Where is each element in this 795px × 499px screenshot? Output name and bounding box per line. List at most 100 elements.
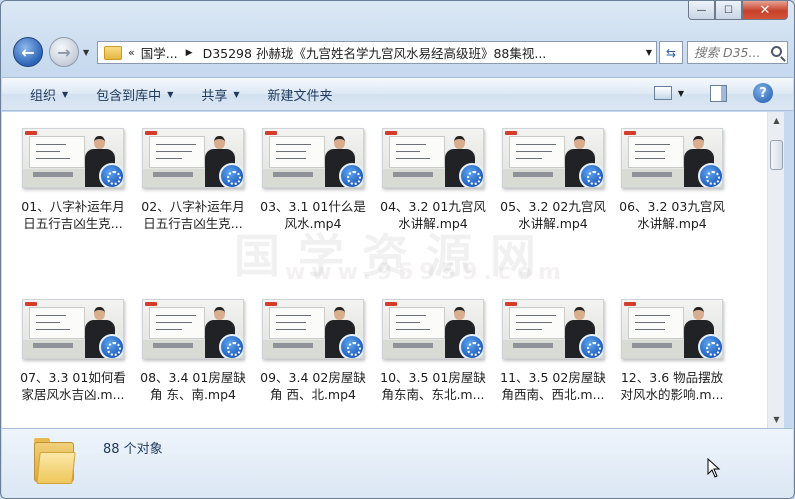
organize-label: 组织 <box>30 88 57 104</box>
media-player-icon <box>579 163 603 187</box>
whiteboard <box>628 136 684 168</box>
close-button[interactable]: ✕ <box>742 1 788 20</box>
scrollbar-thumb[interactable] <box>770 140 783 170</box>
video-thumbnail <box>22 299 124 359</box>
media-player-icon <box>459 334 483 358</box>
file-item[interactable]: 09、3.4 02房屋缺角 西、北.mp4 <box>254 299 372 403</box>
file-name: 10、3.5 01房屋缺角东南、东北.m... <box>380 370 486 402</box>
caption-buttons: — ☐ ✕ <box>688 1 788 20</box>
file-item[interactable]: 05、3.2 02九宫风水讲解.mp4 <box>494 128 612 232</box>
details-pane: 88 个对象 <box>2 428 793 498</box>
share-label: 共享 <box>201 88 228 104</box>
vertical-scrollbar[interactable]: ▲ ▼ <box>767 112 784 428</box>
whiteboard <box>389 136 445 168</box>
scroll-down-icon[interactable]: ▼ <box>768 411 785 428</box>
view-options-dropdown-icon[interactable]: ▼ <box>678 89 684 98</box>
file-name: 08、3.4 01房屋缺角 东、南.mp4 <box>140 370 246 402</box>
folder-icon <box>104 45 122 60</box>
video-thumbnail <box>382 299 484 359</box>
file-item[interactable]: 08、3.4 01房屋缺角 东、南.mp4 <box>134 299 252 403</box>
mouse-cursor-icon <box>707 458 721 478</box>
include-library-label: 包含到库中 <box>96 88 162 104</box>
file-item[interactable]: 04、3.2 01九宫风水讲解.mp4 <box>374 128 492 232</box>
whiteboard <box>509 136 565 168</box>
search-input[interactable] <box>694 45 768 60</box>
video-thumbnail <box>142 128 244 188</box>
whiteboard <box>269 136 325 168</box>
recent-pages-dropdown[interactable]: ▼ <box>83 48 89 57</box>
share-menu[interactable]: 共享 ▼ <box>201 85 239 104</box>
breadcrumb-segment[interactable]: 国学... <box>141 43 178 62</box>
file-item[interactable]: 12、3.6 物品摆放对风水的影响.m... <box>613 299 731 403</box>
back-arrow-icon: ← <box>21 42 35 62</box>
search-icon[interactable] <box>771 46 782 57</box>
file-item[interactable]: 11、3.5 02房屋缺角西南、西北.m... <box>494 299 612 403</box>
organize-menu[interactable]: 组织 ▼ <box>30 85 68 104</box>
media-player-icon <box>459 163 483 187</box>
media-player-icon <box>99 163 123 187</box>
file-name: 12、3.6 物品摆放对风水的影响.m... <box>620 370 724 402</box>
breadcrumb-current[interactable]: D35298 孙赫珑《九宫姓名学九宫风水易经高级班》88集视... <box>203 43 642 62</box>
video-thumbnail <box>22 128 124 188</box>
video-thumbnail <box>262 299 364 359</box>
whiteboard <box>149 136 205 168</box>
video-thumbnail <box>621 128 723 188</box>
file-item[interactable]: 10、3.5 01房屋缺角东南、东北.m... <box>374 299 492 403</box>
file-list[interactable]: 01、八字补运年月日五行吉凶生克... 02、八字补运年月日五行吉凶生克... 03… <box>2 112 767 428</box>
include-library-menu[interactable]: 包含到库中 ▼ <box>96 85 173 104</box>
preview-pane-icon[interactable] <box>710 84 727 102</box>
video-thumbnail <box>621 299 723 359</box>
media-player-icon <box>579 334 603 358</box>
new-folder-label: 新建文件夹 <box>267 88 333 104</box>
new-folder-button[interactable]: 新建文件夹 <box>268 85 333 104</box>
file-name: 09、3.4 02房屋缺角 西、北.mp4 <box>260 370 366 402</box>
chevron-down-icon: ▼ <box>167 89 174 99</box>
refresh-button[interactable]: ⇆ <box>659 41 683 64</box>
file-name: 01、八字补运年月日五行吉凶生克... <box>21 199 125 231</box>
file-item[interactable]: 02、八字补运年月日五行吉凶生克... <box>134 128 252 232</box>
file-name: 11、3.5 02房屋缺角西南、西北.m... <box>500 370 606 402</box>
chevron-down-icon: ▼ <box>62 89 69 99</box>
search-box[interactable] <box>687 41 788 64</box>
forward-arrow-icon: → <box>57 42 71 62</box>
command-bar-right: ▼ ? <box>653 83 773 103</box>
change-view-icon[interactable] <box>653 86 672 100</box>
breadcrumb-separator-icon[interactable]: ▶ <box>186 48 193 58</box>
address-bar[interactable]: « 国学... ▶ D35298 孙赫珑《九宫姓名学九宫风水易经高级班》88集视… <box>97 41 657 64</box>
media-player-icon <box>99 334 123 358</box>
whiteboard <box>149 307 205 339</box>
whiteboard <box>628 307 684 339</box>
folder-icon <box>34 438 76 484</box>
maximize-button[interactable]: ☐ <box>715 1 742 20</box>
refresh-icon: ⇆ <box>665 45 677 60</box>
minimize-button[interactable]: — <box>688 1 715 20</box>
file-name: 06、3.2 03九宫风水讲解.mp4 <box>619 199 725 231</box>
video-thumbnail <box>262 128 364 188</box>
command-bar: 组织 ▼ 包含到库中 ▼ 共享 ▼ 新建文件夹 ▼ ? <box>2 77 793 111</box>
scroll-up-icon[interactable]: ▲ <box>768 112 785 129</box>
watermark-url: www.95959.com <box>285 260 567 285</box>
address-dropdown-icon[interactable]: ▼ <box>642 48 656 57</box>
breadcrumb-overflow[interactable]: « <box>128 46 135 59</box>
item-count: 88 个对象 <box>103 442 163 457</box>
media-player-icon <box>219 163 243 187</box>
media-player-icon <box>698 334 722 358</box>
chevron-down-icon: ▼ <box>233 89 240 99</box>
explorer-window: — ☐ ✕ ← → ▼ « 国学... ▶ D35298 孙赫珑《九宫姓名学九宫… <box>0 0 795 499</box>
file-item[interactable]: 06、3.2 03九宫风水讲解.mp4 <box>613 128 731 232</box>
media-player-icon <box>219 334 243 358</box>
file-item[interactable]: 07、3.3 01如何看家居风水吉凶.m... <box>14 299 132 403</box>
whiteboard <box>269 307 325 339</box>
video-thumbnail <box>502 299 604 359</box>
file-item[interactable]: 01、八字补运年月日五行吉凶生克... <box>14 128 132 232</box>
whiteboard <box>29 307 85 339</box>
whiteboard <box>29 136 85 168</box>
help-icon[interactable]: ? <box>753 83 773 103</box>
whiteboard <box>389 307 445 339</box>
file-item[interactable]: 03、3.1 01什么是风水.mp4 <box>254 128 372 232</box>
navigation-row: ← → ▼ « 国学... ▶ D35298 孙赫珑《九宫姓名学九宫风水易经高级… <box>9 37 788 69</box>
whiteboard <box>509 307 565 339</box>
back-button[interactable]: ← <box>13 37 43 67</box>
forward-button[interactable]: → <box>49 37 79 67</box>
media-player-icon <box>339 163 363 187</box>
